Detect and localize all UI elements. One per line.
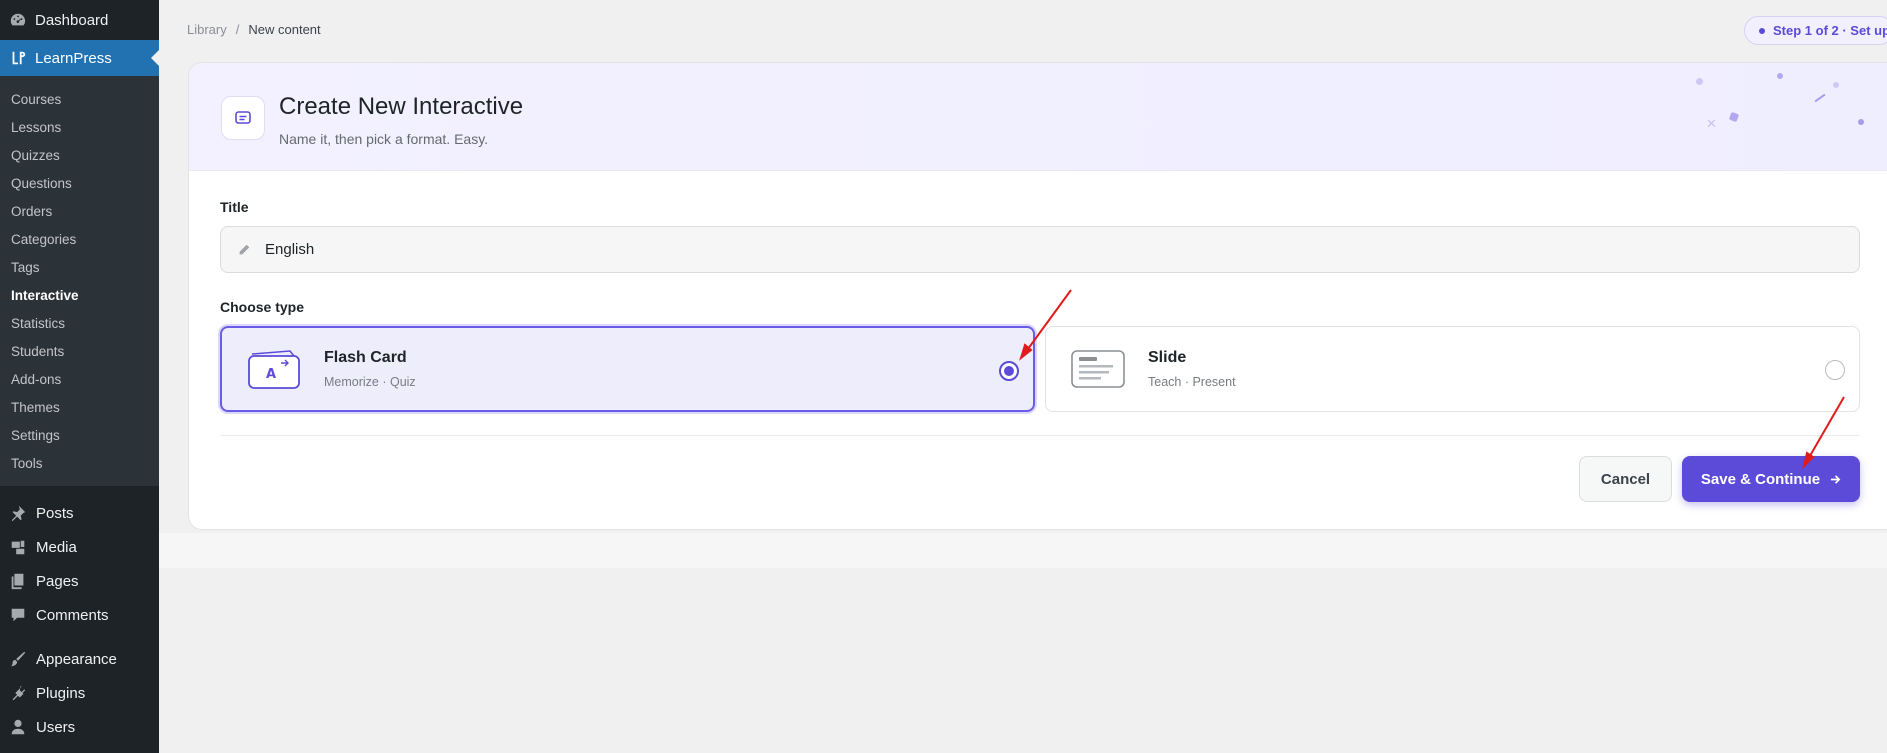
pages-icon (11, 573, 24, 590)
title-input[interactable] (265, 241, 1765, 258)
card-subtitle: Name it, then pick a format. Easy. (279, 131, 489, 147)
card-header-icon (221, 96, 265, 140)
breadcrumb: Library / New content (187, 22, 321, 37)
decoration-square (1728, 111, 1740, 123)
type-name: Flash Card (324, 349, 407, 366)
save-continue-label: Save & Continue (1700, 470, 1821, 488)
breadcrumb-separator: / (235, 22, 240, 37)
save-continue-button[interactable]: Save & Continue (1682, 456, 1860, 502)
learnpress-icon (12, 51, 26, 65)
sidebar-item-users[interactable]: Users (0, 710, 159, 744)
sidebar-item-pages[interactable]: Pages (0, 564, 159, 598)
sidebar-item-label: Pages (36, 572, 79, 590)
create-interactive-card: Create New Interactive Name it, then pic… (188, 62, 1887, 530)
decoration-dot (1696, 78, 1703, 85)
sidebar-item-label: Users (36, 718, 76, 736)
learnpress-submenu: Courses Lessons Quizzes Questions Orders… (0, 76, 159, 486)
submenu-item-categories[interactable]: Categories (0, 226, 159, 254)
breadcrumb-parent-link[interactable]: Library (187, 22, 227, 37)
sidebar-item-dashboard[interactable]: Dashboard (0, 0, 159, 40)
submenu-item-students[interactable]: Students (0, 338, 159, 366)
sidebar-item-label: Posts (36, 504, 74, 522)
submenu-item-questions[interactable]: Questions (0, 170, 159, 198)
submenu-item-orders[interactable]: Orders (0, 198, 159, 226)
step-dot-icon (1759, 27, 1765, 34)
admin-sidebar: Dashboard LearnPress Courses Lessons Qui… (0, 0, 159, 753)
sidebar-item-label: Comments (36, 606, 109, 624)
sidebar-item-plugins[interactable]: Plugins (0, 676, 159, 710)
submenu-item-statistics[interactable]: Statistics (0, 310, 159, 338)
submenu-item-tools[interactable]: Tools (0, 450, 159, 478)
brush-icon (10, 651, 26, 667)
divider (220, 435, 1860, 436)
submenu-item-tags[interactable]: Tags (0, 254, 159, 282)
slide-icon (1071, 350, 1125, 388)
pin-icon (11, 505, 26, 522)
svg-text:A: A (266, 367, 276, 382)
step-label: Step 1 of 2 · Set up (1773, 23, 1887, 38)
decoration-dot (1833, 82, 1839, 88)
submenu-item-add-ons[interactable]: Add-ons (0, 366, 159, 394)
flash-card-icon: A (248, 350, 300, 389)
submenu-item-quizzes[interactable]: Quizzes (0, 142, 159, 170)
type-option-slide[interactable]: Slide Teach · Present (1045, 326, 1860, 412)
decoration-line (1814, 93, 1826, 103)
user-icon (11, 719, 25, 735)
media-icon (11, 540, 25, 555)
submenu-item-settings[interactable]: Settings (0, 422, 159, 450)
comment-icon (11, 608, 25, 622)
card-title: Create New Interactive (279, 93, 524, 120)
cancel-button[interactable]: Cancel (1579, 456, 1672, 502)
sidebar-item-label: Dashboard (35, 11, 109, 29)
sidebar-item-label: Plugins (36, 684, 86, 702)
type-description: Teach · Present (1148, 375, 1236, 389)
title-field[interactable] (220, 226, 1860, 273)
sidebar-item-label: Appearance (36, 650, 117, 668)
decoration-dot (1858, 119, 1864, 125)
submenu-item-interactive[interactable]: Interactive (0, 282, 159, 310)
breadcrumb-current: New content (248, 22, 321, 37)
sidebar-item-comments[interactable]: Comments (0, 598, 159, 632)
submenu-item-themes[interactable]: Themes (0, 394, 159, 422)
sidebar-item-learnpress[interactable]: LearnPress (0, 40, 159, 76)
content-footer-band (159, 533, 1887, 568)
sidebar-item-posts[interactable]: Posts (0, 496, 159, 530)
flash-card-radio[interactable] (999, 361, 1019, 381)
sidebar-item-appearance[interactable]: Appearance (0, 642, 159, 676)
step-indicator: Step 1 of 2 · Set up (1744, 16, 1887, 45)
submenu-item-courses[interactable]: Courses (0, 86, 159, 114)
sidebar-item-label: LearnPress (35, 49, 112, 67)
type-name: Slide (1148, 349, 1187, 366)
sidebar-item-label: Media (36, 538, 77, 556)
decoration-cross-icon: ✕ (1706, 116, 1717, 131)
dashboard-icon (10, 13, 26, 26)
decoration-dot (1777, 73, 1783, 79)
pencil-icon (239, 244, 250, 254)
message-icon (235, 111, 251, 124)
slide-radio[interactable] (1825, 360, 1845, 380)
choose-type-label: Choose type (220, 299, 305, 315)
sidebar-item-media[interactable]: Media (0, 530, 159, 564)
plug-icon (12, 685, 26, 701)
title-label: Title (220, 199, 249, 215)
card-header: Create New Interactive Name it, then pic… (189, 63, 1887, 171)
type-description: Memorize · Quiz (324, 375, 416, 389)
type-option-flash-card[interactable]: A Flash Card Memorize · Quiz (220, 326, 1035, 412)
arrow-right-icon (1831, 474, 1841, 484)
submenu-item-lessons[interactable]: Lessons (0, 114, 159, 142)
